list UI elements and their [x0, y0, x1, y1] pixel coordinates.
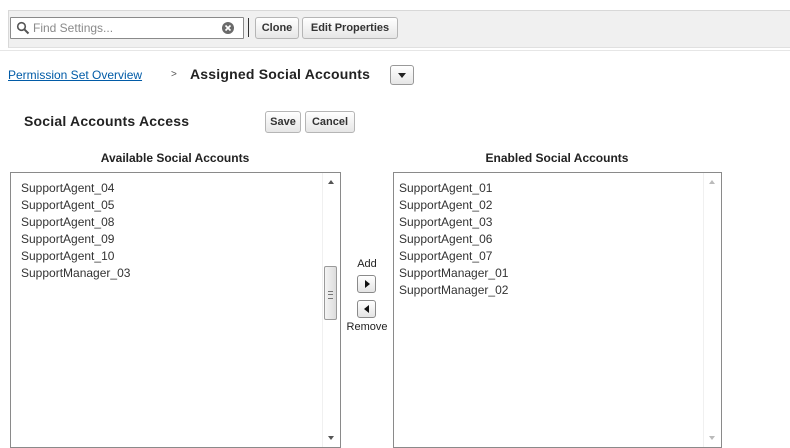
list-item[interactable]: SupportManager_03 — [21, 265, 323, 282]
page-menu-dropdown-button[interactable] — [390, 65, 414, 85]
add-button[interactable] — [357, 275, 376, 293]
search-box[interactable] — [10, 17, 244, 39]
section-title: Social Accounts Access — [24, 113, 190, 129]
available-accounts-list[interactable]: SupportAgent_04 SupportAgent_05 SupportA… — [10, 172, 341, 448]
remove-button[interactable] — [357, 300, 376, 318]
list-item[interactable]: SupportAgent_05 — [21, 197, 323, 214]
list-item[interactable]: SupportAgent_07 — [399, 248, 704, 265]
save-button[interactable]: Save — [265, 111, 301, 133]
edit-properties-button[interactable]: Edit Properties — [302, 17, 398, 39]
page-title: Assigned Social Accounts — [190, 66, 371, 82]
scroll-down-arrow-icon[interactable] — [328, 436, 334, 440]
arrow-left-icon — [364, 305, 369, 313]
scrollbar-thumb[interactable] — [324, 266, 337, 320]
cancel-button[interactable]: Cancel — [305, 111, 355, 133]
list-item[interactable]: SupportAgent_03 — [399, 214, 704, 231]
breadcrumb-permission-set-overview-link[interactable]: Permission Set Overview — [8, 68, 142, 82]
scroll-up-arrow-icon — [709, 180, 715, 184]
available-accounts-header: Available Social Accounts — [100, 151, 250, 165]
search-icon — [16, 21, 30, 35]
list-item[interactable]: SupportAgent_10 — [21, 248, 323, 265]
enabled-accounts-items: SupportAgent_01 SupportAgent_02 SupportA… — [394, 173, 704, 299]
list-item[interactable]: SupportAgent_06 — [399, 231, 704, 248]
clone-button[interactable]: Clone — [255, 17, 299, 39]
breadcrumb-separator: > — [171, 69, 177, 80]
remove-label: Remove — [346, 321, 388, 333]
list-item[interactable]: SupportAgent_04 — [21, 180, 323, 197]
list-item[interactable]: SupportAgent_09 — [21, 231, 323, 248]
search-input[interactable] — [33, 20, 211, 36]
list-item[interactable]: SupportAgent_08 — [21, 214, 323, 231]
arrow-right-icon — [365, 280, 370, 288]
list-item[interactable]: SupportManager_02 — [399, 282, 704, 299]
add-label: Add — [357, 258, 377, 270]
toolbar-divider — [248, 18, 249, 37]
available-accounts-items: SupportAgent_04 SupportAgent_05 SupportA… — [11, 173, 323, 282]
enabled-accounts-header: Enabled Social Accounts — [485, 151, 629, 165]
list-item[interactable]: SupportAgent_02 — [399, 197, 704, 214]
clear-search-icon[interactable] — [221, 21, 235, 35]
chevron-down-icon — [398, 73, 406, 78]
list-item[interactable]: SupportManager_01 — [399, 265, 704, 282]
list-item[interactable]: SupportAgent_01 — [399, 180, 704, 197]
scroll-up-arrow-icon[interactable] — [328, 180, 334, 184]
enabled-list-scrollbar — [703, 173, 721, 447]
available-list-scrollbar[interactable] — [322, 173, 340, 447]
scrollbar-grip-icon — [328, 291, 333, 299]
enabled-accounts-list[interactable]: SupportAgent_01 SupportAgent_02 SupportA… — [393, 172, 722, 448]
scroll-down-arrow-icon — [709, 436, 715, 440]
